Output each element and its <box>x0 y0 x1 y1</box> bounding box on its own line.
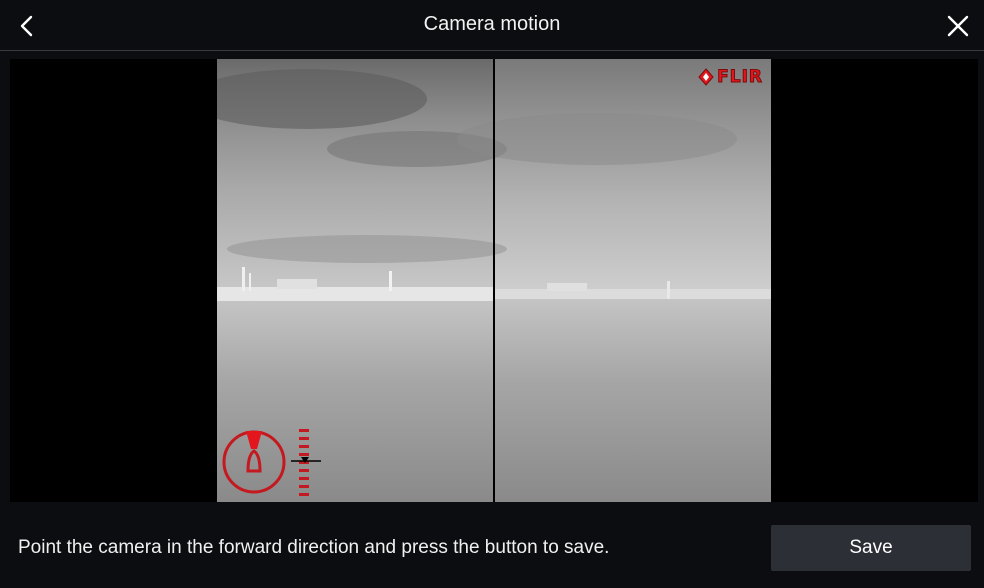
page-title: Camera motion <box>423 13 561 35</box>
flir-diamond-icon <box>698 68 714 86</box>
close-icon <box>947 15 969 37</box>
header-bar: Camera motion <box>0 0 984 51</box>
thermal-camera-feed[interactable]: FLIR <box>217 59 771 502</box>
instruction-text: Point the camera in the forward directio… <box>18 537 610 558</box>
flir-brand-text: FLIR <box>717 67 763 88</box>
flir-logo: FLIR <box>698 67 763 88</box>
camera-video-panel: FLIR <box>10 59 978 502</box>
boat-heading-icon <box>222 429 321 496</box>
save-button[interactable]: Save <box>771 525 971 571</box>
close-button[interactable] <box>940 8 976 44</box>
